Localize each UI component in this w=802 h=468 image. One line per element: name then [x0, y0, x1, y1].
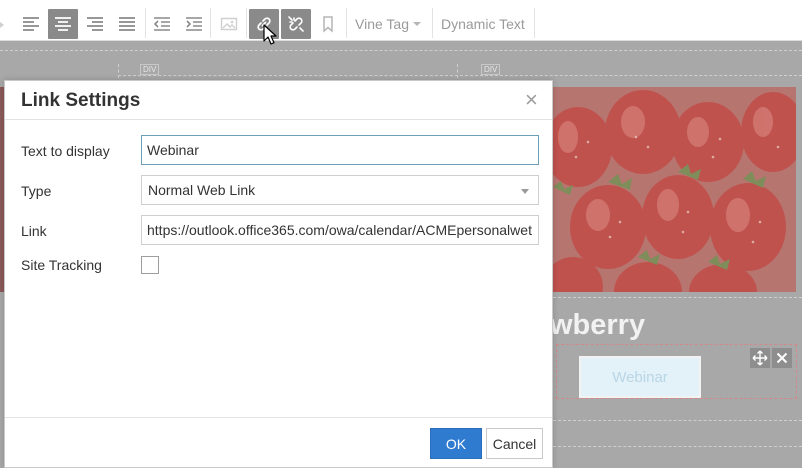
dialog-close-button[interactable]: × [525, 89, 538, 111]
section-guide [118, 64, 119, 78]
insert-image-button[interactable] [214, 9, 244, 39]
dialog-footer-divider [5, 417, 552, 418]
move-block-button[interactable] [750, 348, 770, 368]
outdent-icon [153, 17, 170, 31]
bookmark-icon [323, 16, 333, 33]
section-guide [460, 75, 802, 76]
outdent-button[interactable] [147, 9, 177, 39]
delete-block-button[interactable] [772, 348, 792, 368]
link-type-value: Normal Web Link [148, 182, 256, 198]
dialog-title: Link Settings [21, 90, 141, 111]
type-label: Type [21, 183, 52, 199]
section-guide [553, 446, 802, 447]
toolbar-divider [210, 8, 211, 38]
toolbar-scroll-left-icon[interactable] [0, 22, 4, 28]
chevron-down-icon [413, 22, 421, 26]
text-to-display-label: Text to display [21, 143, 110, 159]
toolbar-divider [534, 8, 535, 38]
editor-toolbar: Vine Tag Dynamic Text [0, 0, 802, 41]
align-right-button[interactable] [80, 9, 110, 39]
move-icon [752, 350, 768, 366]
strawberry-illustration [548, 87, 796, 292]
section-guide [118, 75, 458, 76]
toolbar-divider [246, 8, 247, 38]
section-guide [553, 420, 802, 421]
indent-button[interactable] [179, 9, 209, 39]
strawberry-photo [548, 87, 796, 292]
ok-button[interactable]: OK [430, 428, 482, 459]
dynamic-text-button[interactable]: Dynamic Text [441, 16, 525, 32]
site-tracking-checkbox[interactable] [141, 256, 159, 274]
vine-tag-dropdown[interactable]: Vine Tag [355, 16, 409, 32]
close-icon [776, 352, 788, 364]
align-center-icon [55, 17, 71, 31]
indent-icon [186, 17, 202, 31]
align-right-icon [87, 17, 103, 31]
toolbar-divider [346, 8, 347, 38]
link-settings-dialog: Link Settings × Text to display Type Nor… [4, 80, 553, 468]
toolbar-divider [432, 8, 433, 38]
product-heading: wberry [550, 309, 646, 341]
cancel-button[interactable]: Cancel [486, 428, 543, 459]
section-guide [553, 297, 802, 298]
section-guide [0, 50, 802, 51]
align-left-icon [23, 17, 39, 31]
mouse-cursor-icon [263, 24, 277, 45]
align-justify-button[interactable] [112, 9, 142, 39]
link-type-select[interactable]: Normal Web Link [141, 175, 539, 205]
div-tag-label: DIV [481, 64, 501, 75]
text-to-display-input[interactable] [141, 135, 539, 165]
link-label: Link [21, 223, 47, 239]
toolbar-divider [145, 8, 146, 38]
link-url-input[interactable] [141, 215, 539, 245]
remove-link-button[interactable] [281, 9, 311, 39]
bookmark-button[interactable] [313, 9, 343, 39]
webinar-email-button[interactable]: Webinar [579, 356, 701, 398]
section-guide [457, 64, 458, 78]
chevron-down-icon [521, 189, 529, 194]
dialog-header: Link Settings × [5, 81, 552, 120]
div-tag-label: DIV [140, 64, 160, 75]
unlink-icon [288, 16, 304, 32]
align-center-button[interactable] [48, 9, 78, 39]
site-tracking-label: Site Tracking [21, 257, 102, 273]
image-icon [220, 17, 238, 31]
align-left-button[interactable] [16, 9, 46, 39]
align-justify-icon [119, 17, 135, 31]
